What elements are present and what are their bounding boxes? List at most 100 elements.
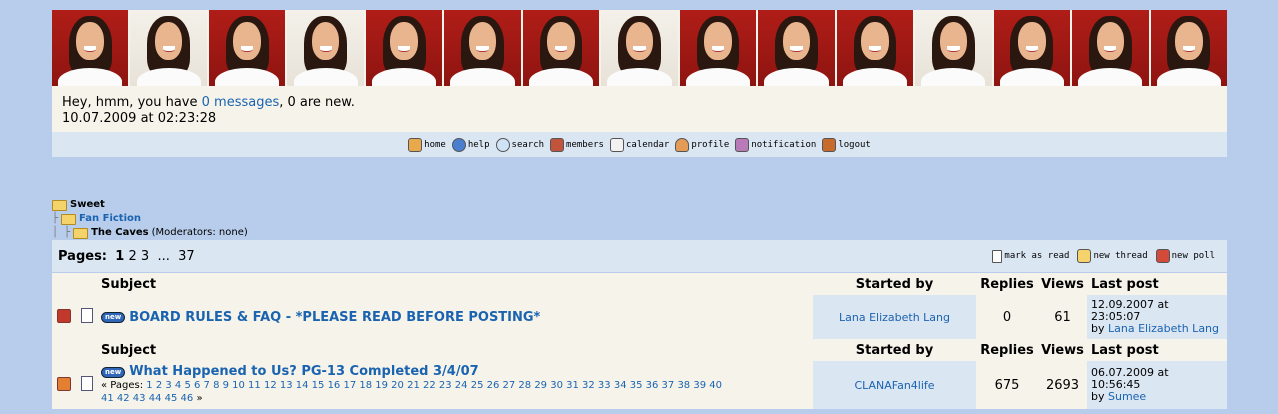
banner-photo <box>993 10 1071 86</box>
new-poll-icon <box>1155 249 1170 263</box>
col-subject: Subject <box>99 339 813 361</box>
banner-photo <box>679 10 757 86</box>
thread-title-link[interactable]: BOARD RULES & FAQ - *PLEASE READ BEFORE … <box>129 310 540 325</box>
main-nav: home help search members calendar profil… <box>52 132 1227 157</box>
banner-photo <box>130 10 207 86</box>
table-header: Subject Started by Replies Views Last po… <box>52 273 1227 295</box>
breadcrumb-forum-link[interactable]: Fan Fiction <box>79 212 141 226</box>
nav-label: members <box>566 139 604 150</box>
banner-photo <box>208 10 286 86</box>
nav-label: help <box>467 139 490 150</box>
banner-photo <box>758 10 835 86</box>
topic-icon <box>81 376 93 391</box>
nav-home[interactable]: home <box>408 137 446 152</box>
board-actions: mark as read new thread new poll <box>992 249 1215 263</box>
replies-count: 675 <box>976 361 1038 409</box>
page-link-2[interactable]: 2 <box>128 249 136 264</box>
thread-starter-link[interactable]: Lana Elizabeth Lang <box>839 311 950 324</box>
page-link-3[interactable]: 3 <box>141 249 149 264</box>
new-thread-icon <box>1077 249 1092 263</box>
pages-ellipsis: ... <box>157 248 170 264</box>
nav-label: calendar <box>625 139 670 150</box>
new-badge: new <box>101 312 126 323</box>
help-icon <box>451 137 466 152</box>
table-row[interactable]: new What Happened to Us? PG-13 Completed … <box>52 361 1227 409</box>
breadcrumb-board-label: The Caves <box>91 227 149 238</box>
table-header: Subject Started by Replies Views Last po… <box>52 339 1227 361</box>
new-thread-button[interactable]: new thread <box>1077 249 1148 263</box>
last-post-user-link[interactable]: Lana Elizabeth Lang <box>1108 322 1219 335</box>
members-icon <box>550 137 565 152</box>
current-datetime: 10.07.2009 at 02:23:28 <box>62 111 217 126</box>
banner-photo <box>522 10 600 86</box>
nav-label: home <box>424 139 446 150</box>
greeting-suffix: , 0 are new. <box>279 95 355 110</box>
nav-label: profile <box>691 139 730 150</box>
search-icon <box>495 137 510 152</box>
banner-photo <box>52 10 129 86</box>
thread-page-links-more[interactable]: 41 42 43 44 45 46 <box>101 393 193 404</box>
new-badge: new <box>101 366 126 378</box>
replies-count: 0 <box>976 295 1038 339</box>
nav-help[interactable]: help <box>451 137 490 152</box>
announcement-icon <box>56 308 71 323</box>
banner-photo <box>915 10 992 86</box>
folder-icon <box>52 199 67 211</box>
pagination: Pages: 1 2 3 ... 37 <box>58 249 195 264</box>
thread-title-link[interactable]: What Happened to Us? PG-13 Completed 3/4… <box>129 364 478 379</box>
tree-connector: ├ <box>52 213 59 224</box>
col-last-post: Last post <box>1087 273 1227 295</box>
folder-icon <box>61 213 77 225</box>
new-poll-button[interactable]: new poll <box>1155 249 1215 263</box>
pages-label: Pages: <box>58 248 108 264</box>
page-link-last[interactable]: 37 <box>178 249 195 264</box>
banner-photo <box>287 10 364 86</box>
nav-label: logout <box>838 139 871 150</box>
thread-page-links[interactable]: 1 2 3 4 5 6 7 8 9 10 11 12 13 14 15 16 1… <box>146 380 722 391</box>
welcome-panel: Hey, hmm, you have 0 messages, 0 are new… <box>52 86 1227 132</box>
thread-pages: « Pages: 1 2 3 4 5 6 7 8 9 10 11 12 13 1… <box>101 379 813 405</box>
nav-logout[interactable]: logout <box>822 137 871 152</box>
tree-connector: │ ├ <box>52 227 71 238</box>
logout-icon <box>822 137 837 152</box>
table-row[interactable]: new BOARD RULES & FAQ - *PLEASE READ BEFO… <box>52 295 1227 339</box>
header-banner <box>52 10 1228 86</box>
profile-icon <box>675 137 690 152</box>
home-icon <box>408 137 423 152</box>
messages-link[interactable]: 0 messages <box>202 95 280 110</box>
last-post: 12.09.2007 at 23:05:07 by Lana Elizabeth… <box>1087 295 1227 339</box>
last-post-user-link[interactable]: Sumee <box>1108 390 1146 403</box>
views-count: 2693 <box>1038 361 1087 409</box>
last-post: 06.07.2009 at 10:56:45 by Sumee <box>1087 361 1227 409</box>
nav-label: notification <box>751 139 817 150</box>
col-started-by: Started by <box>813 339 976 361</box>
hot-topic-icon <box>56 376 71 391</box>
notification-icon <box>735 137 750 152</box>
col-last-post: Last post <box>1087 339 1227 361</box>
nav-profile[interactable]: profile <box>675 137 730 152</box>
nav-members[interactable]: members <box>550 137 604 152</box>
breadcrumb: Sweet ├ Fan Fiction │ ├ The Caves (Moder… <box>52 198 248 240</box>
col-replies: Replies <box>976 339 1038 361</box>
mark-read-button[interactable]: mark as read <box>992 249 1069 263</box>
views-count: 61 <box>1038 295 1087 339</box>
breadcrumb-root-label: Sweet <box>70 199 105 210</box>
col-subject: Subject <box>99 273 813 295</box>
col-started-by: Started by <box>813 273 976 295</box>
banner-photo <box>444 10 521 86</box>
mark-read-icon <box>992 249 1003 263</box>
thread-table: Subject Started by Replies Views Last po… <box>52 273 1227 409</box>
breadcrumb-root: Sweet <box>52 198 248 212</box>
banner-photo <box>836 10 914 86</box>
banner-photo <box>365 10 443 86</box>
action-label: mark as read <box>1004 251 1070 261</box>
nav-calendar[interactable]: calendar <box>609 137 670 152</box>
banner-photo <box>1150 10 1228 86</box>
breadcrumb-board: │ ├ The Caves (Moderators: none) <box>52 226 248 240</box>
banner-photo <box>1072 10 1149 86</box>
thread-starter-link[interactable]: CLANAFan4life <box>854 379 934 392</box>
nav-search[interactable]: search <box>495 137 544 152</box>
breadcrumb-forum: ├ Fan Fiction <box>52 212 248 226</box>
nav-notification[interactable]: notification <box>735 137 817 152</box>
pagination-bar: Pages: 1 2 3 ... 37 mark as read new thr… <box>52 240 1227 272</box>
